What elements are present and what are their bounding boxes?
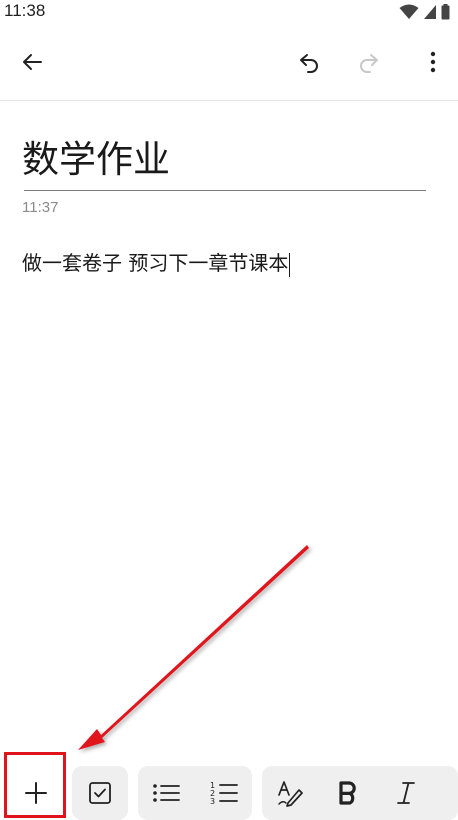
annotation-arrow bbox=[78, 545, 309, 750]
annotation-highlight-box bbox=[4, 752, 66, 818]
checkbox-icon bbox=[89, 782, 111, 804]
italic-button[interactable] bbox=[378, 766, 434, 820]
svg-text:3: 3 bbox=[210, 797, 215, 806]
bold-icon bbox=[339, 781, 356, 805]
bullet-list-button[interactable] bbox=[138, 766, 194, 820]
bullet-list-icon bbox=[153, 784, 180, 802]
numbered-list-icon: 1 2 3 bbox=[210, 781, 238, 806]
text-style-button[interactable] bbox=[262, 766, 318, 820]
numbered-list-button[interactable]: 1 2 3 bbox=[196, 766, 252, 820]
italic-icon bbox=[397, 782, 415, 804]
checkbox-button[interactable] bbox=[72, 766, 128, 820]
text-style-icon bbox=[278, 781, 303, 807]
formatting-toolbar: 1 2 3 bbox=[0, 766, 458, 820]
bold-button[interactable] bbox=[320, 766, 376, 820]
